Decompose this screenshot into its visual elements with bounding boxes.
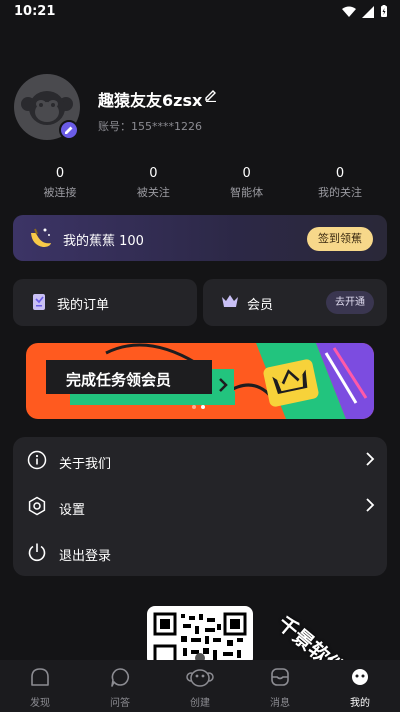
tab-label: 消息 [270,698,290,709]
tab-qa[interactable]: 问答 [80,660,160,712]
account-number: 账号：155****1226 [98,120,202,133]
chevron-right-icon [366,498,375,512]
stat-following[interactable]: 0 我的关注 [294,166,386,200]
profile-header: 趣猿友友6zsx 账号：155****1226 [14,74,386,144]
info-icon [27,450,47,470]
banana-points-text: 我的蕉蕉 100 [63,234,144,249]
stat-label: 被关注 [136,186,170,199]
my-orders-label: 我的订单 [57,298,110,313]
status-icons [342,5,388,18]
my-orders-card[interactable]: 我的订单 [13,279,197,326]
promo-text: 完成任务领会员 [66,371,172,389]
stats-row: 0 被连接 0 被关注 0 智能体 0 我的关注 [14,166,386,200]
signal-icon [362,5,374,18]
tab-label: 创建 [190,698,210,709]
bottom-tab-bar: 发现 问答 创建 消息 我的 [0,660,400,712]
chat-bubble-icon [111,668,129,687]
stat-agents[interactable]: 0 智能体 [201,166,293,200]
open-vip-button[interactable]: 去开通 [326,291,374,314]
promo-banner[interactable]: 完成任务领会员 [26,343,374,419]
vip-label: 会员 [247,298,274,313]
stat-label: 我的关注 [317,186,362,199]
profile-icon [352,669,368,685]
stat-followers[interactable]: 0 被关注 [107,166,199,200]
stat-value: 0 [242,166,251,181]
pencil-icon [65,126,73,134]
chevron-right-icon [366,452,375,466]
banana-icon [31,228,51,247]
settings-menu: 关于我们 设置 退出登录 [13,437,387,576]
promo-arrow-box [212,369,234,401]
tab-label: 问答 [110,698,130,709]
home-icon [31,668,49,686]
edit-nickname-icon[interactable] [204,88,218,102]
inbox-icon [271,668,289,686]
order-icon [33,294,45,310]
tab-messages[interactable]: 消息 [240,660,320,712]
power-icon [28,543,46,562]
carousel-dot-active[interactable] [201,405,205,409]
tab-discover[interactable]: 发现 [0,660,80,712]
crown-icon [222,295,238,307]
nickname: 趣猿友友6zsx [98,91,203,110]
banana-points-card[interactable]: 我的蕉蕉 100 签到领蕉 [13,215,387,261]
stat-label: 智能体 [230,186,264,199]
gear-icon [28,496,46,516]
tab-mine[interactable]: 我的 [320,660,400,712]
menu-item-about[interactable]: 关于我们 [13,437,387,483]
stat-value: 0 [55,166,65,181]
tab-label: 我的 [350,698,370,709]
status-time: 10:21 [14,4,56,19]
battery-icon [381,5,387,17]
wifi-icon [342,6,356,17]
qr-code-icon [153,612,247,666]
menu-label: 设置 [59,503,86,518]
stat-value: 0 [149,166,158,181]
qr-code [147,606,253,666]
tab-label: 发现 [30,698,50,709]
sign-in-button[interactable]: 签到领蕉 [307,227,373,251]
carousel-dot[interactable] [192,405,196,409]
stat-value: 0 [335,166,345,181]
chevron-right-icon [219,378,228,392]
stat-connected[interactable]: 0 被连接 [14,166,106,200]
tab-create[interactable]: 创建 [160,660,240,712]
menu-label: 退出登录 [59,549,112,564]
monkey-icon [186,669,214,687]
menu-label: 关于我们 [59,457,112,472]
menu-item-settings[interactable]: 设置 [13,483,387,529]
stat-label: 被连接 [43,186,77,199]
avatar-edit-button[interactable] [59,120,79,140]
menu-item-logout[interactable]: 退出登录 [13,529,387,575]
status-bar: 10:21 [0,0,400,26]
vip-card[interactable]: 会员 去开通 [203,279,387,326]
carousel-indicator [192,405,205,409]
